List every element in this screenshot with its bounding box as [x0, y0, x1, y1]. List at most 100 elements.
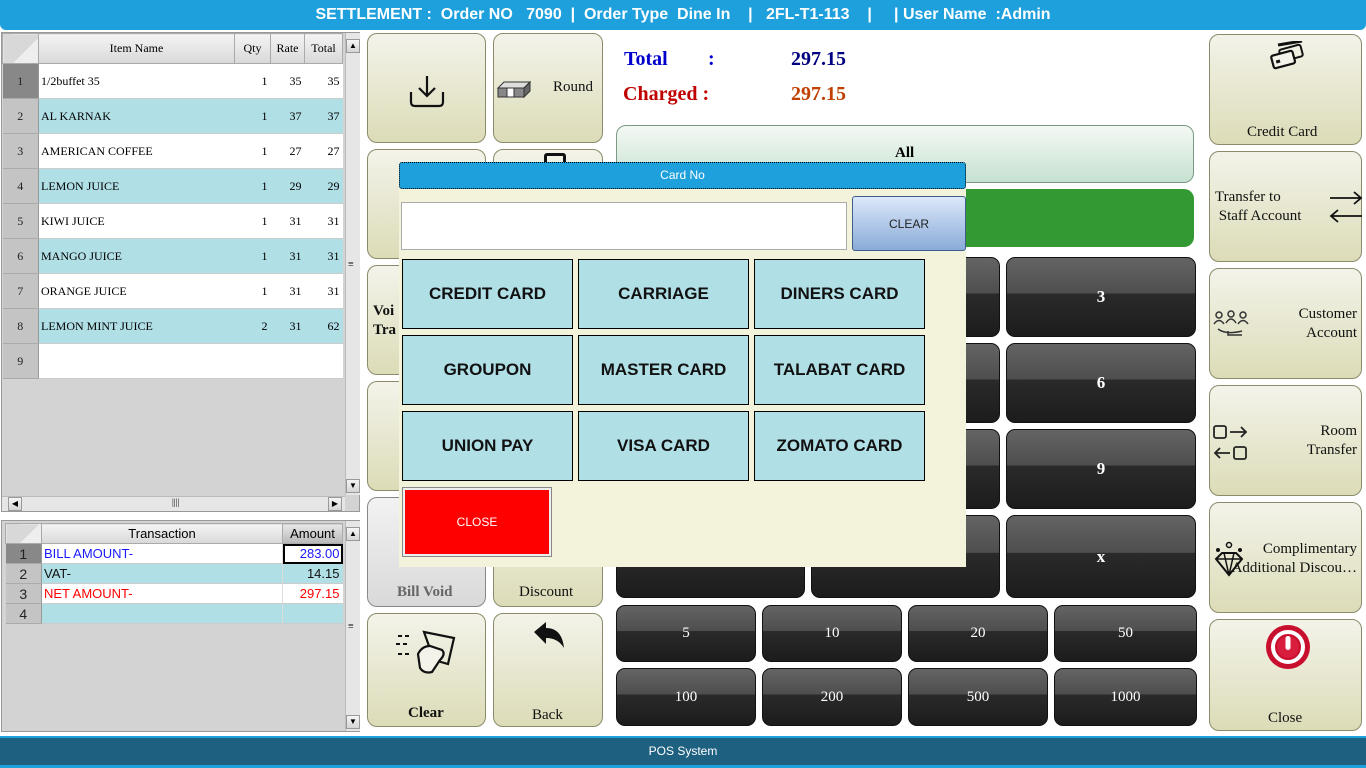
row-number[interactable]: 3: [5, 583, 42, 604]
transactions-vscrollbar[interactable]: ▲ ≡ ▼: [345, 521, 360, 731]
denom-20[interactable]: 20: [908, 605, 1048, 662]
qty-cell[interactable]: 1: [234, 98, 271, 134]
transaction-row[interactable]: 4: [5, 603, 343, 624]
card-number-input[interactable]: [401, 202, 847, 250]
scroll-down-icon[interactable]: ▼: [346, 479, 360, 493]
total-cell[interactable]: 62: [304, 308, 343, 344]
total-cell[interactable]: 31: [304, 203, 343, 239]
row-number[interactable]: 4: [5, 603, 42, 624]
rate-cell[interactable]: 31: [270, 308, 305, 344]
transaction-amount-cell[interactable]: 297.15: [282, 583, 343, 604]
card-type-button[interactable]: VISA CARD: [578, 411, 749, 481]
col-qty[interactable]: Qty: [234, 33, 271, 64]
item-row[interactable]: 5 KIWI JUICE 1 31 31: [2, 203, 343, 239]
rate-cell[interactable]: 31: [270, 273, 305, 309]
denom-500[interactable]: 500: [908, 668, 1048, 726]
card-type-button[interactable]: UNION PAY: [402, 411, 573, 481]
denom-50[interactable]: 50: [1054, 605, 1197, 662]
col-rate[interactable]: Rate: [270, 33, 305, 64]
hscroll-thumb-grip-icon[interactable]: ||||: [172, 497, 179, 507]
key-3[interactable]: 3: [1006, 257, 1196, 337]
card-type-button[interactable]: MASTER CARD: [578, 335, 749, 405]
item-row[interactable]: 1 1/2buffet 35 1 35 35: [2, 63, 343, 99]
key-9[interactable]: 9: [1006, 429, 1196, 509]
scroll-right-icon[interactable]: ▶: [328, 497, 342, 511]
select-all-corner[interactable]: [5, 523, 42, 544]
row-number[interactable]: 7: [2, 273, 39, 309]
item-row[interactable]: 2 AL KARNAK 1 37 37: [2, 98, 343, 134]
transaction-row[interactable]: 2 VAT- 14.15: [5, 563, 343, 584]
qty-cell[interactable]: [234, 343, 271, 379]
item-name-cell[interactable]: MANGO JUICE: [38, 238, 235, 274]
col-item-name[interactable]: Item Name: [38, 33, 235, 64]
item-name-cell[interactable]: LEMON JUICE: [38, 168, 235, 204]
rate-cell[interactable]: 31: [270, 238, 305, 274]
transfer-staff-button[interactable]: Transfer to Staff Account: [1209, 151, 1363, 262]
transaction-label-cell[interactable]: NET AMOUNT-: [41, 583, 283, 604]
scroll-left-icon[interactable]: ◀: [8, 497, 22, 511]
total-cell[interactable]: 31: [304, 238, 343, 274]
qty-cell[interactable]: 1: [234, 238, 271, 274]
transaction-row[interactable]: 3 NET AMOUNT- 297.15: [5, 583, 343, 604]
key-6[interactable]: 6: [1006, 343, 1196, 423]
item-name-cell[interactable]: ORANGE JUICE: [38, 273, 235, 309]
dialog-close-button[interactable]: CLOSE: [402, 487, 552, 557]
transaction-label-cell[interactable]: VAT-: [41, 563, 283, 584]
rate-cell[interactable]: 35: [270, 63, 305, 99]
card-type-button[interactable]: CREDIT CARD: [402, 259, 573, 329]
qty-cell[interactable]: 1: [234, 63, 271, 99]
rate-cell[interactable]: 31: [270, 203, 305, 239]
qty-cell[interactable]: 1: [234, 133, 271, 169]
room-transfer-button[interactable]: Room Transfer: [1209, 385, 1362, 496]
qty-cell[interactable]: 2: [234, 308, 271, 344]
dialog-clear-button[interactable]: CLEAR: [852, 196, 966, 251]
select-all-corner[interactable]: [2, 33, 39, 64]
items-hscrollbar[interactable]: ◀ |||| ▶: [2, 496, 345, 511]
qty-cell[interactable]: 1: [234, 203, 271, 239]
row-number[interactable]: 1: [2, 63, 39, 99]
scroll-thumb-grip-icon[interactable]: ≡: [348, 259, 354, 270]
transaction-amount-cell[interactable]: 283.00: [282, 543, 343, 564]
total-cell[interactable]: 37: [304, 98, 343, 134]
row-number[interactable]: 5: [2, 203, 39, 239]
card-type-button[interactable]: CARRIAGE: [578, 259, 749, 329]
row-number[interactable]: 8: [2, 308, 39, 344]
row-number[interactable]: 2: [5, 563, 42, 584]
rate-cell[interactable]: [270, 343, 305, 379]
clear-button[interactable]: Clear: [367, 613, 486, 727]
row-number[interactable]: 4: [2, 168, 39, 204]
col-transaction[interactable]: Transaction: [41, 523, 283, 544]
transaction-amount-cell[interactable]: 14.15: [282, 563, 343, 584]
denom-5[interactable]: 5: [616, 605, 756, 662]
scroll-up-icon[interactable]: ▲: [346, 527, 360, 541]
item-row[interactable]: 8 LEMON MINT JUICE 2 31 62: [2, 308, 343, 344]
transaction-label-cell[interactable]: BILL AMOUNT-: [41, 543, 283, 564]
qty-cell[interactable]: 1: [234, 273, 271, 309]
item-row[interactable]: 4 LEMON JUICE 1 29 29: [2, 168, 343, 204]
rate-cell[interactable]: 37: [270, 98, 305, 134]
items-vscrollbar[interactable]: ▲ ≡ ▼: [345, 33, 360, 495]
credit-card-button[interactable]: Credit Card: [1209, 34, 1362, 145]
transaction-row[interactable]: 1 BILL AMOUNT- 283.00: [5, 543, 343, 564]
total-cell[interactable]: [304, 343, 343, 379]
scroll-down-icon[interactable]: ▼: [346, 715, 360, 729]
item-row[interactable]: 9: [2, 343, 343, 379]
row-number[interactable]: 6: [2, 238, 39, 274]
card-type-button[interactable]: GROUPON: [402, 335, 573, 405]
item-name-cell[interactable]: AMERICAN COFFEE: [38, 133, 235, 169]
row-number[interactable]: 1: [5, 543, 42, 564]
transaction-label-cell[interactable]: [41, 603, 283, 624]
total-cell[interactable]: 35: [304, 63, 343, 99]
item-row[interactable]: 6 MANGO JUICE 1 31 31: [2, 238, 343, 274]
item-name-cell[interactable]: AL KARNAK: [38, 98, 235, 134]
item-name-cell[interactable]: KIWI JUICE: [38, 203, 235, 239]
total-cell[interactable]: 29: [304, 168, 343, 204]
item-name-cell[interactable]: [38, 343, 235, 379]
close-screen-button[interactable]: Close: [1209, 619, 1362, 731]
key-x[interactable]: x: [1006, 515, 1196, 598]
denom-100[interactable]: 100: [616, 668, 756, 726]
total-cell[interactable]: 31: [304, 273, 343, 309]
denom-1000[interactable]: 1000: [1054, 668, 1197, 726]
card-type-button[interactable]: TALABAT CARD: [754, 335, 925, 405]
row-number[interactable]: 3: [2, 133, 39, 169]
